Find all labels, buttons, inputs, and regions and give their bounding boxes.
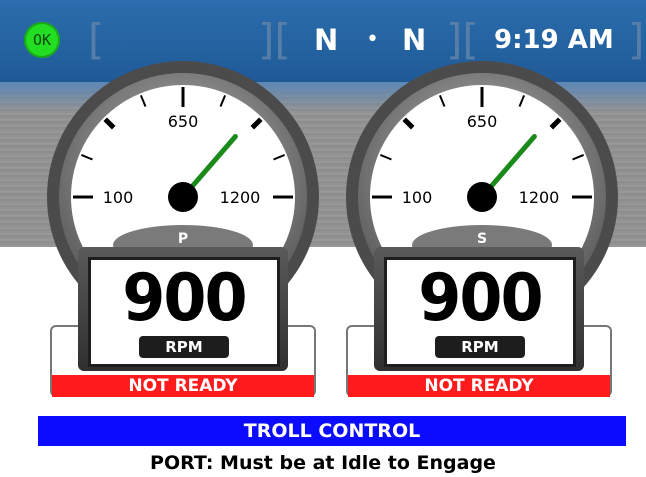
starboard-scale-min: 100 <box>402 188 433 207</box>
port-status-badge: NOT READY <box>52 375 314 397</box>
port-rpm-display: 900 RPM <box>78 247 288 371</box>
starboard-scale-mid: 650 <box>467 112 498 131</box>
port-side-label: P <box>178 231 188 247</box>
port-rpm-screen: 900 RPM <box>88 257 280 367</box>
gauge-cluster: 650 100 1200 P 650 100 1200 S <box>47 61 618 333</box>
starboard-rpm-display: 900 RPM <box>374 247 584 371</box>
port-rpm-value: 900 <box>122 259 247 336</box>
starboard-rpm-value: 900 <box>418 259 543 336</box>
starboard-status-badge: NOT READY <box>348 375 610 397</box>
port-scale-max: 1200 <box>220 188 261 207</box>
starboard-gauge-hub <box>467 182 497 212</box>
port-scale-mid: 650 <box>168 112 199 131</box>
starboard-scale-max: 1200 <box>519 188 560 207</box>
starboard-rpm-unit: RPM <box>435 336 525 358</box>
port-gauge-hub <box>168 182 198 212</box>
starboard-side-label: S <box>477 231 487 247</box>
troll-status-message: PORT: Must be at Idle to Engage <box>150 452 496 474</box>
port-scale-min: 100 <box>103 188 134 207</box>
starboard-rpm-screen: 900 RPM <box>384 257 576 367</box>
troll-control-banner[interactable]: TROLL CONTROL <box>38 416 626 446</box>
port-rpm-unit: RPM <box>139 336 229 358</box>
